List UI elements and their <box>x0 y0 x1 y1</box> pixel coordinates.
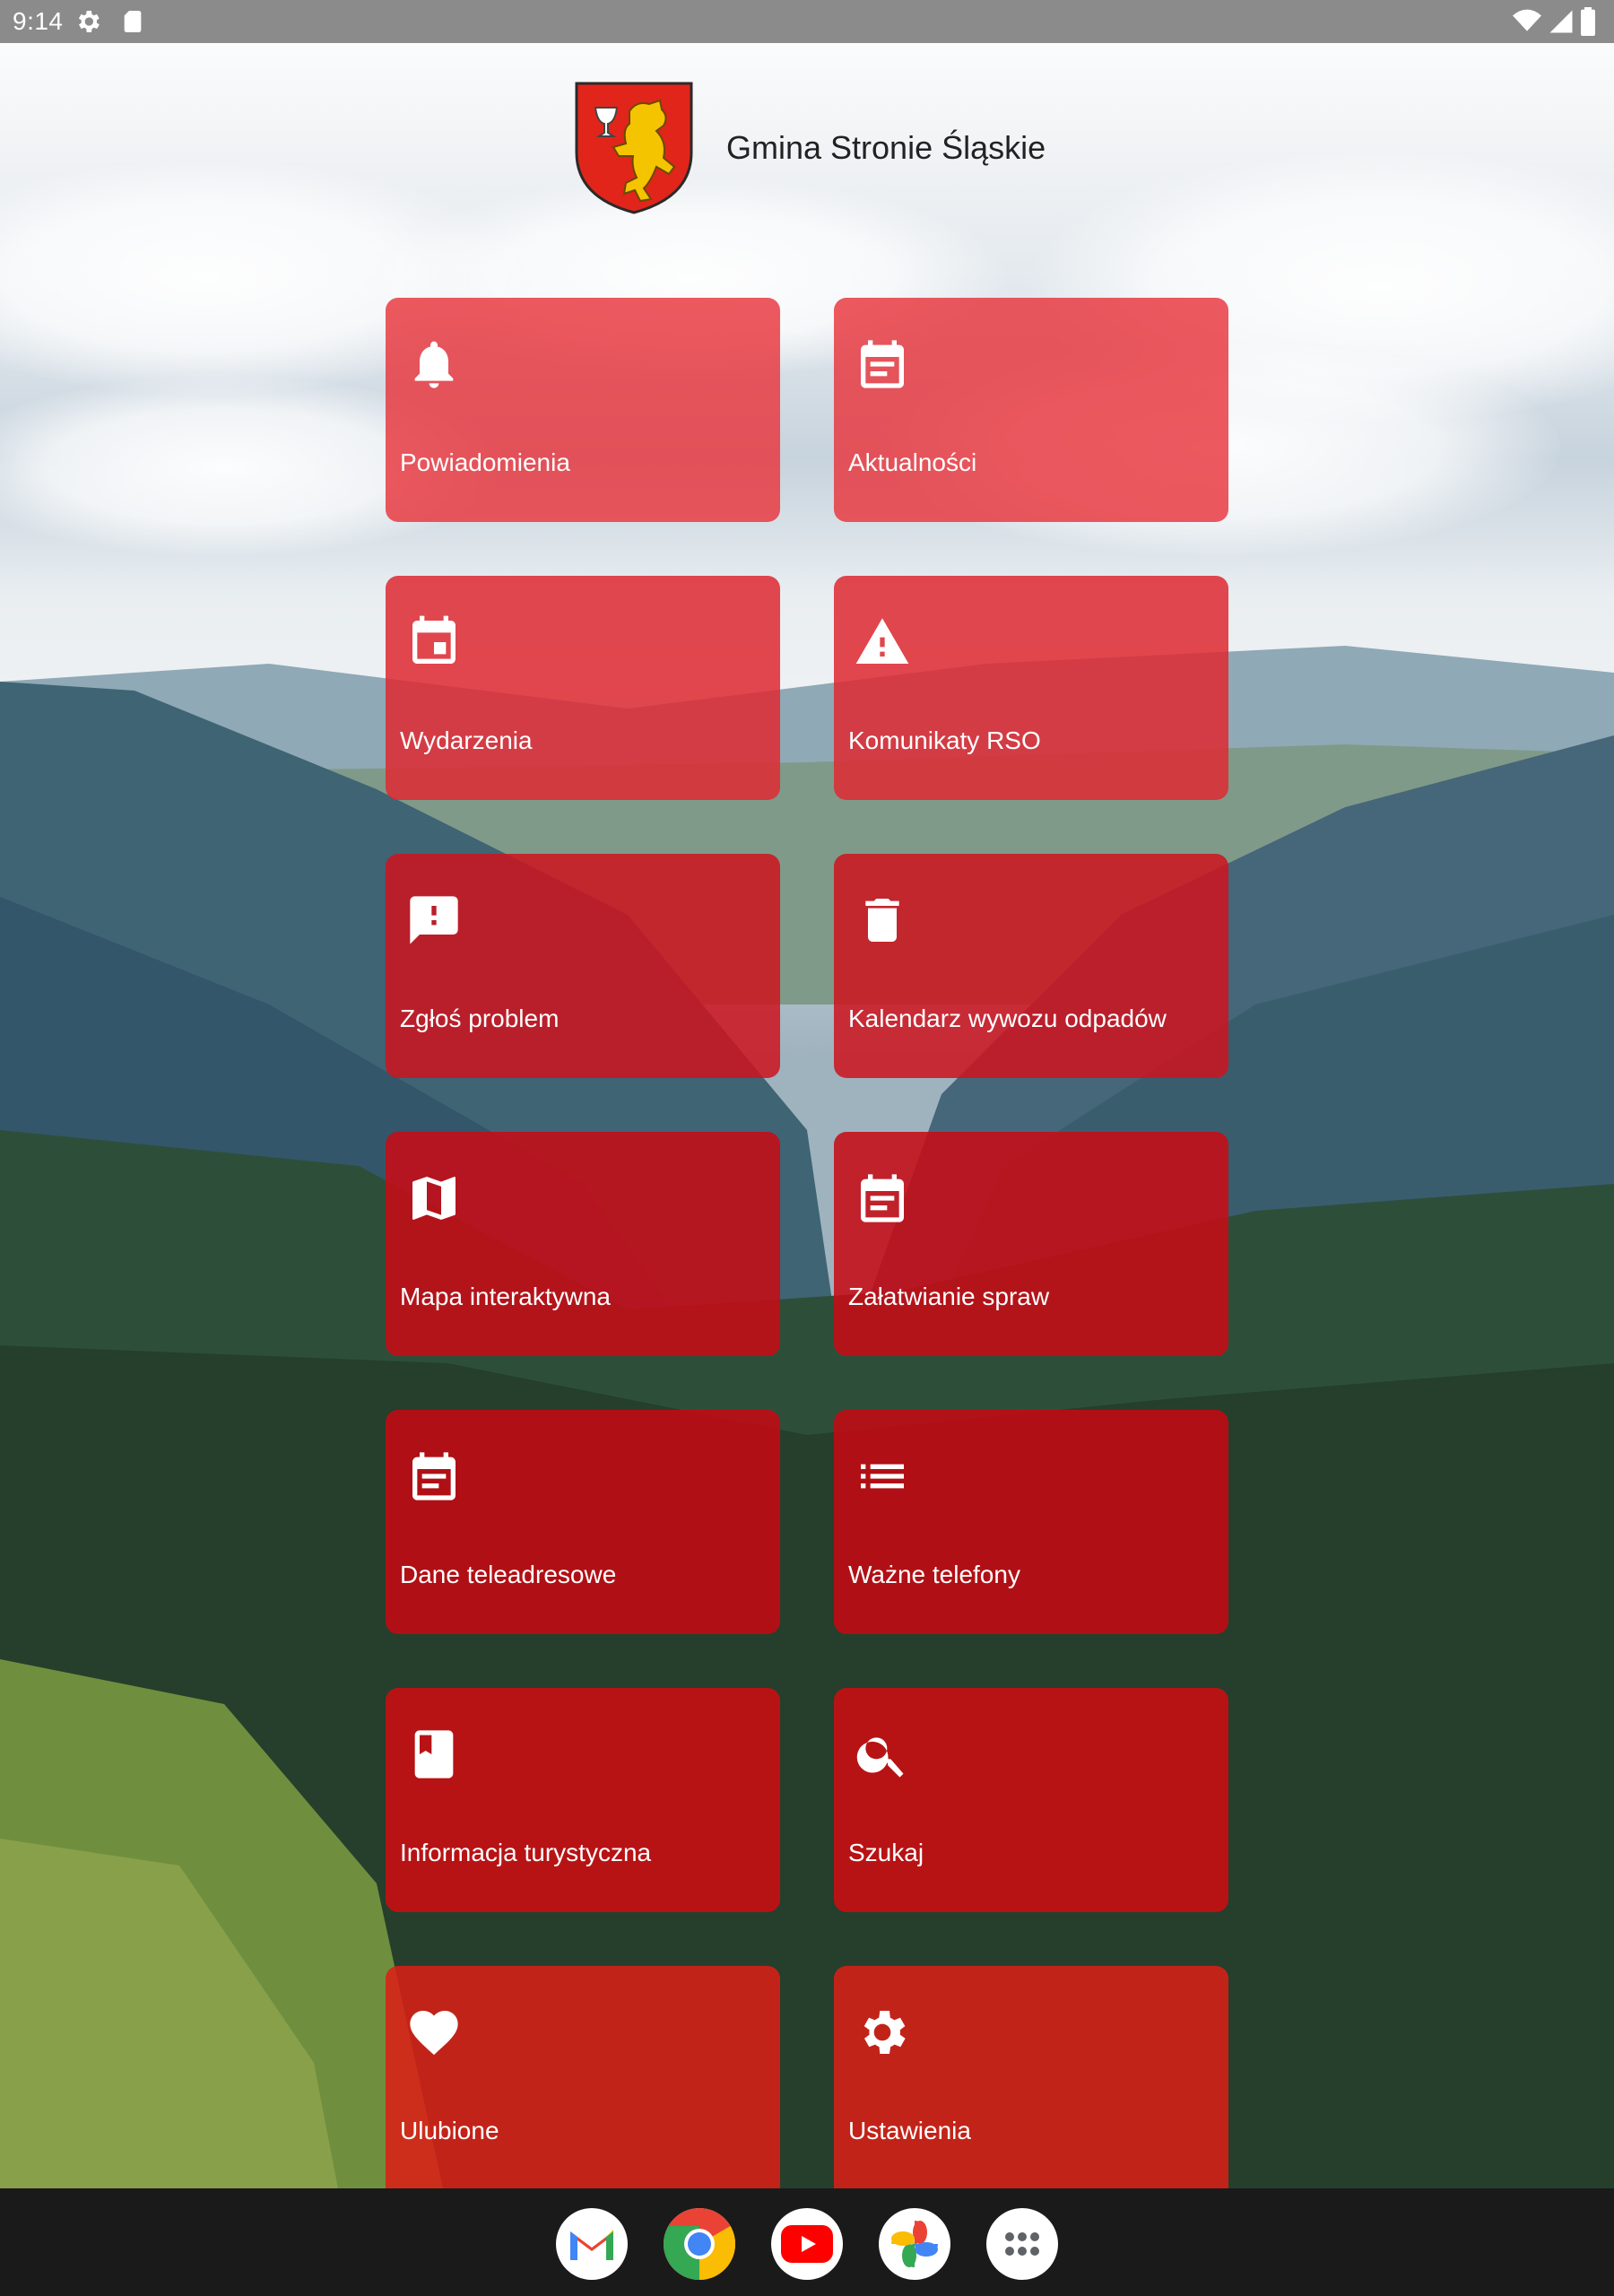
tile-report-problem[interactable]: Zgłoś problem <box>386 854 780 1078</box>
tile-label: Załatwianie spraw <box>848 1283 1050 1310</box>
tile-label: Informacja turystyczna <box>400 1839 652 1866</box>
tile-label: Zgłoś problem <box>400 1004 560 1032</box>
tile-label: Szukaj <box>848 1839 924 1866</box>
tile-label: Kalendarz wywozu odpadów <box>848 1004 1167 1032</box>
contact-calendar-icon <box>405 1448 463 1505</box>
app-header: Gmina Stronie Śląskie <box>574 81 1046 215</box>
tile-favorites[interactable]: Ulubione <box>386 1966 780 2188</box>
news-calendar-icon <box>854 335 911 393</box>
photos-icon[interactable] <box>879 2208 950 2280</box>
document-calendar-icon <box>854 1170 911 1227</box>
tile-settings[interactable]: Ustawienia <box>834 1966 1228 2188</box>
tile-label: Aktualności <box>848 448 977 476</box>
settings-gear-icon <box>74 7 102 36</box>
background-landscape <box>0 0 1614 2296</box>
sd-card-icon <box>118 7 147 36</box>
map-icon <box>405 1170 463 1227</box>
tile-label: Komunikaty RSO <box>848 726 1041 754</box>
tile-notifications[interactable]: Powiadomienia <box>386 298 780 522</box>
tile-important-phones[interactable]: Ważne telefony <box>834 1410 1228 1634</box>
bell-icon <box>405 335 463 393</box>
tile-label: Ulubione <box>400 2117 499 2144</box>
app-drawer-icon[interactable] <box>986 2208 1058 2280</box>
tile-label: Powiadomienia <box>400 448 570 476</box>
tile-rso-alerts[interactable]: Komunikaty RSO <box>834 576 1228 800</box>
wifi-icon <box>1512 7 1542 40</box>
tile-waste-calendar[interactable]: Kalendarz wywozu odpadów <box>834 854 1228 1078</box>
app-title: Gmina Stronie Śląskie <box>726 129 1046 166</box>
status-time: 9:14 <box>13 7 64 35</box>
tile-label: Mapa interaktywna <box>400 1283 612 1310</box>
battery-icon <box>1580 7 1596 40</box>
tile-interactive-map[interactable]: Mapa interaktywna <box>386 1132 780 1356</box>
search-icon <box>854 1726 911 1783</box>
coat-of-arms-bear-icon <box>574 81 694 215</box>
list-icon <box>854 1448 911 1505</box>
tile-label: Ustawienia <box>848 2117 971 2144</box>
tile-events[interactable]: Wydarzenia <box>386 576 780 800</box>
tile-label: Wydarzenia <box>400 726 533 754</box>
tile-search[interactable]: Szukaj <box>834 1688 1228 1912</box>
app-dock <box>0 2188 1614 2296</box>
tile-label: Dane teleadresowe <box>400 1561 617 1588</box>
status-bar: 9:14 <box>0 0 1614 43</box>
warning-icon <box>854 613 911 671</box>
chrome-icon[interactable] <box>664 2208 735 2280</box>
gmail-icon[interactable] <box>556 2208 628 2280</box>
tile-contact-data[interactable]: Dane teleadresowe <box>386 1410 780 1634</box>
tile-news[interactable]: Aktualności <box>834 298 1228 522</box>
gear-icon <box>854 2004 911 2061</box>
book-icon <box>405 1726 463 1783</box>
trash-icon <box>854 891 911 949</box>
cell-signal-icon <box>1548 7 1575 40</box>
tile-affairs[interactable]: Załatwianie spraw <box>834 1132 1228 1356</box>
event-calendar-icon <box>405 613 463 671</box>
tile-tourist-info[interactable]: Informacja turystyczna <box>386 1688 780 1912</box>
report-problem-icon <box>405 891 463 949</box>
heart-icon <box>405 2004 463 2061</box>
tile-label: Ważne telefony <box>848 1561 1020 1588</box>
youtube-icon[interactable] <box>771 2208 843 2280</box>
